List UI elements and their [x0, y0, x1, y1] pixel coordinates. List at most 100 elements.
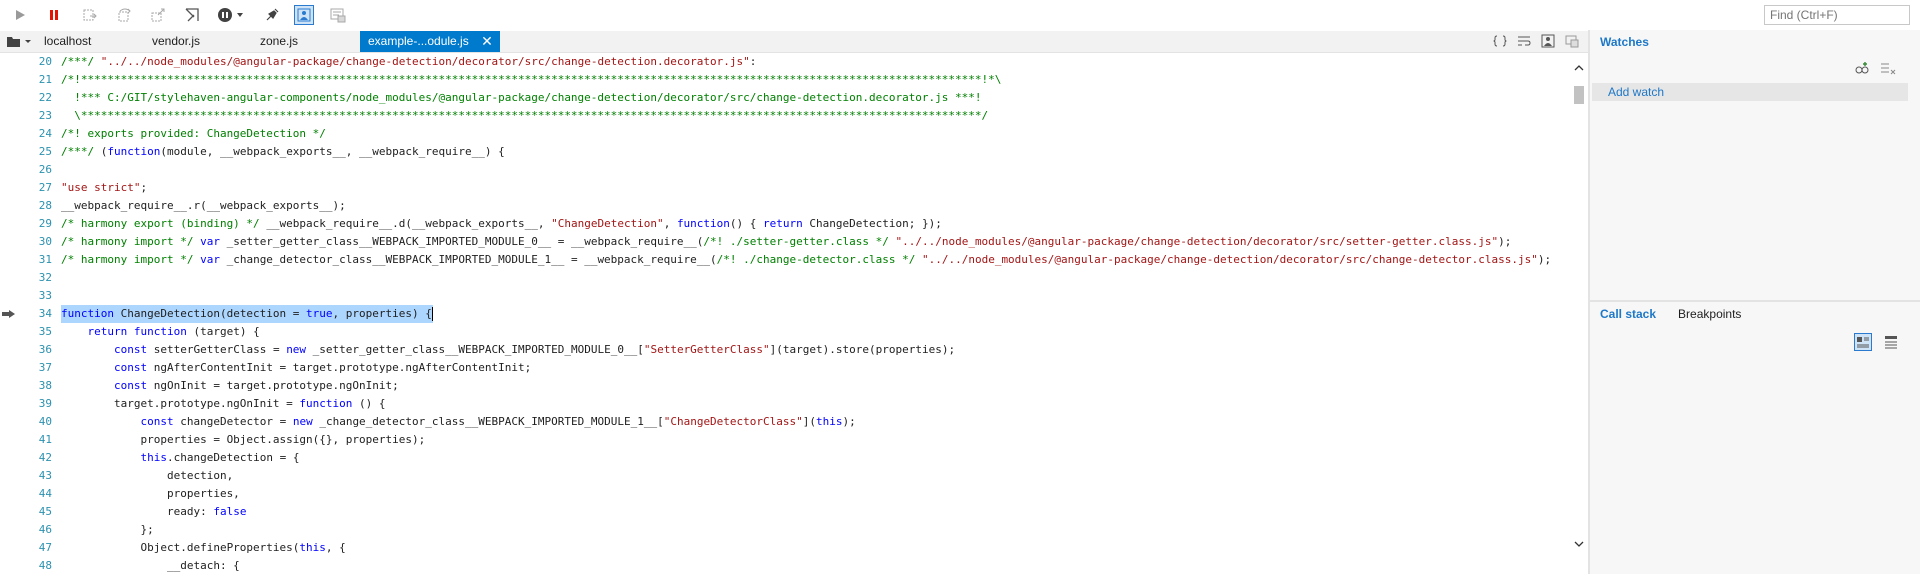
code-line[interactable]: 30 /* harmony import */ var _setter_gette…: [0, 233, 1572, 251]
tab-example-module-js[interactable]: example-...odule.js ✕: [360, 31, 500, 52]
code-line[interactable]: 27 "use strict";: [0, 179, 1572, 197]
code-line[interactable]: 35 return function (target) {: [0, 323, 1572, 341]
line-number[interactable]: 37: [0, 359, 52, 377]
code-line[interactable]: 32: [0, 269, 1572, 287]
break-all-button[interactable]: [44, 5, 64, 25]
line-number[interactable]: 36: [0, 341, 52, 359]
code-line[interactable]: 44 properties,: [0, 485, 1572, 503]
scroll-up-icon[interactable]: [1573, 62, 1585, 74]
folder-icon: [7, 37, 31, 47]
line-number[interactable]: 33: [0, 287, 52, 305]
code-token: return: [763, 217, 803, 230]
line-number[interactable]: 42: [0, 449, 52, 467]
code-line[interactable]: 34 function ChangeDetection(detection = t…: [0, 305, 1572, 323]
code-token: function: [107, 145, 161, 158]
line-number[interactable]: 38: [0, 377, 52, 395]
line-number[interactable]: 26: [0, 161, 52, 179]
code-vertical-scrollbar[interactable]: [1572, 53, 1586, 574]
step-out-button[interactable]: [148, 5, 168, 25]
breakpoints-off-icon: [266, 8, 279, 21]
code-line[interactable]: 41 properties = Object.assign({}, proper…: [0, 431, 1572, 449]
add-watch-row[interactable]: Add watch: [1592, 83, 1908, 101]
line-number[interactable]: 45: [0, 503, 52, 521]
code-line[interactable]: 29 /* harmony export (binding) */ __webpa…: [0, 215, 1572, 233]
line-number[interactable]: 30: [0, 233, 52, 251]
pretty-print-button[interactable]: [328, 5, 348, 25]
code-line[interactable]: 33: [0, 287, 1572, 305]
code-line[interactable]: 23 \************************************…: [0, 107, 1572, 125]
code-line[interactable]: 46 };: [0, 521, 1572, 539]
play-icon: [16, 10, 25, 20]
remove-all-watches-icon[interactable]: [1880, 60, 1896, 76]
code-line[interactable]: 40 const changeDetector = new _change_de…: [0, 413, 1572, 431]
code-line[interactable]: 47 Object.defineProperties(this, {: [0, 539, 1572, 557]
line-number[interactable]: 25: [0, 143, 52, 161]
line-number[interactable]: 43: [0, 467, 52, 485]
panel-horizontal-splitter[interactable]: [1590, 300, 1920, 302]
line-number[interactable]: 35: [0, 323, 52, 341]
code-line[interactable]: 43 detection,: [0, 467, 1572, 485]
line-number[interactable]: 48: [0, 557, 52, 574]
break-new-worker-button[interactable]: [182, 5, 202, 25]
line-number[interactable]: 27: [0, 179, 52, 197]
code-line[interactable]: 28 __webpack_require__.r(__webpack_export…: [0, 197, 1572, 215]
code-line[interactable]: 31 /* harmony import */ var _change_detec…: [0, 251, 1572, 269]
tab-call-stack[interactable]: Call stack: [1600, 307, 1656, 321]
line-number[interactable]: 39: [0, 395, 52, 413]
step-into-button[interactable]: [80, 5, 100, 25]
line-number[interactable]: 47: [0, 539, 52, 557]
line-number[interactable]: 46: [0, 521, 52, 539]
scrollbar-thumb[interactable]: [1574, 86, 1584, 104]
code-line[interactable]: 36 const setterGetterClass = new _setter…: [0, 341, 1572, 359]
call-stack-toolbar: [1854, 333, 1900, 351]
code-line[interactable]: 38 const ngOnInit = target.prototype.ngO…: [0, 377, 1572, 395]
line-number[interactable]: 31: [0, 251, 52, 269]
show-library-code-icon[interactable]: [1882, 333, 1900, 351]
code-line[interactable]: 48 __detach: {: [0, 557, 1572, 574]
code-token: new: [292, 415, 313, 428]
code-line[interactable]: 24 /*! exports provided: ChangeDetection …: [0, 125, 1572, 143]
line-number[interactable]: 20: [0, 53, 52, 71]
line-number[interactable]: 44: [0, 485, 52, 503]
continue-button[interactable]: [10, 5, 30, 25]
line-number[interactable]: 29: [0, 215, 52, 233]
open-document-button[interactable]: [6, 34, 32, 48]
exceptions-button[interactable]: [216, 5, 246, 25]
add-watch-icon[interactable]: [1854, 60, 1870, 76]
pretty-print-icon[interactable]: [1492, 33, 1508, 49]
scroll-down-icon[interactable]: [1573, 538, 1585, 550]
code-line[interactable]: 39 target.prototype.ngOnInit = function …: [0, 395, 1572, 413]
line-number[interactable]: 32: [0, 269, 52, 287]
just-my-code-toggle-icon[interactable]: [1540, 33, 1556, 49]
line-number[interactable]: 23: [0, 107, 52, 125]
line-number[interactable]: 21: [0, 71, 52, 89]
code-line[interactable]: 20 /***/ "../../node_modules/@angular-pac…: [0, 53, 1572, 71]
line-number[interactable]: 22: [0, 89, 52, 107]
code-line[interactable]: 25 /***/ (function(module, __webpack_expo…: [0, 143, 1572, 161]
tab-localhost[interactable]: localhost: [44, 31, 91, 52]
tab-breakpoints[interactable]: Breakpoints: [1678, 307, 1741, 321]
step-over-button[interactable]: [114, 5, 134, 25]
just-my-code-button[interactable]: [294, 5, 314, 25]
code-line[interactable]: 26: [0, 161, 1572, 179]
code-line[interactable]: 37 const ngAfterContentInit = target.pro…: [0, 359, 1572, 377]
code-editor[interactable]: 20 /***/ "../../node_modules/@angular-pac…: [0, 53, 1572, 574]
line-number[interactable]: 28: [0, 197, 52, 215]
line-number[interactable]: 40: [0, 413, 52, 431]
code-token: properties,: [61, 487, 240, 500]
word-wrap-icon[interactable]: [1516, 33, 1532, 49]
tab-zone-js[interactable]: zone.js: [260, 31, 298, 52]
source-map-icon[interactable]: [1564, 33, 1580, 49]
code-token: (target) {: [186, 325, 260, 338]
code-line[interactable]: 21 /*!***********************************…: [0, 71, 1572, 89]
line-number[interactable]: 24: [0, 125, 52, 143]
code-line[interactable]: 42 this.changeDetection = {: [0, 449, 1572, 467]
line-number[interactable]: 41: [0, 431, 52, 449]
find-input[interactable]: [1764, 5, 1910, 25]
disable-breakpoints-button[interactable]: [262, 5, 282, 25]
tab-vendor-js[interactable]: vendor.js: [152, 31, 200, 52]
close-tab-icon[interactable]: ✕: [480, 34, 494, 48]
show-frame-icon[interactable]: [1854, 333, 1872, 351]
code-line[interactable]: 22 !*** C:/GIT/stylehaven-angular-compon…: [0, 89, 1572, 107]
code-line[interactable]: 45 ready: false: [0, 503, 1572, 521]
